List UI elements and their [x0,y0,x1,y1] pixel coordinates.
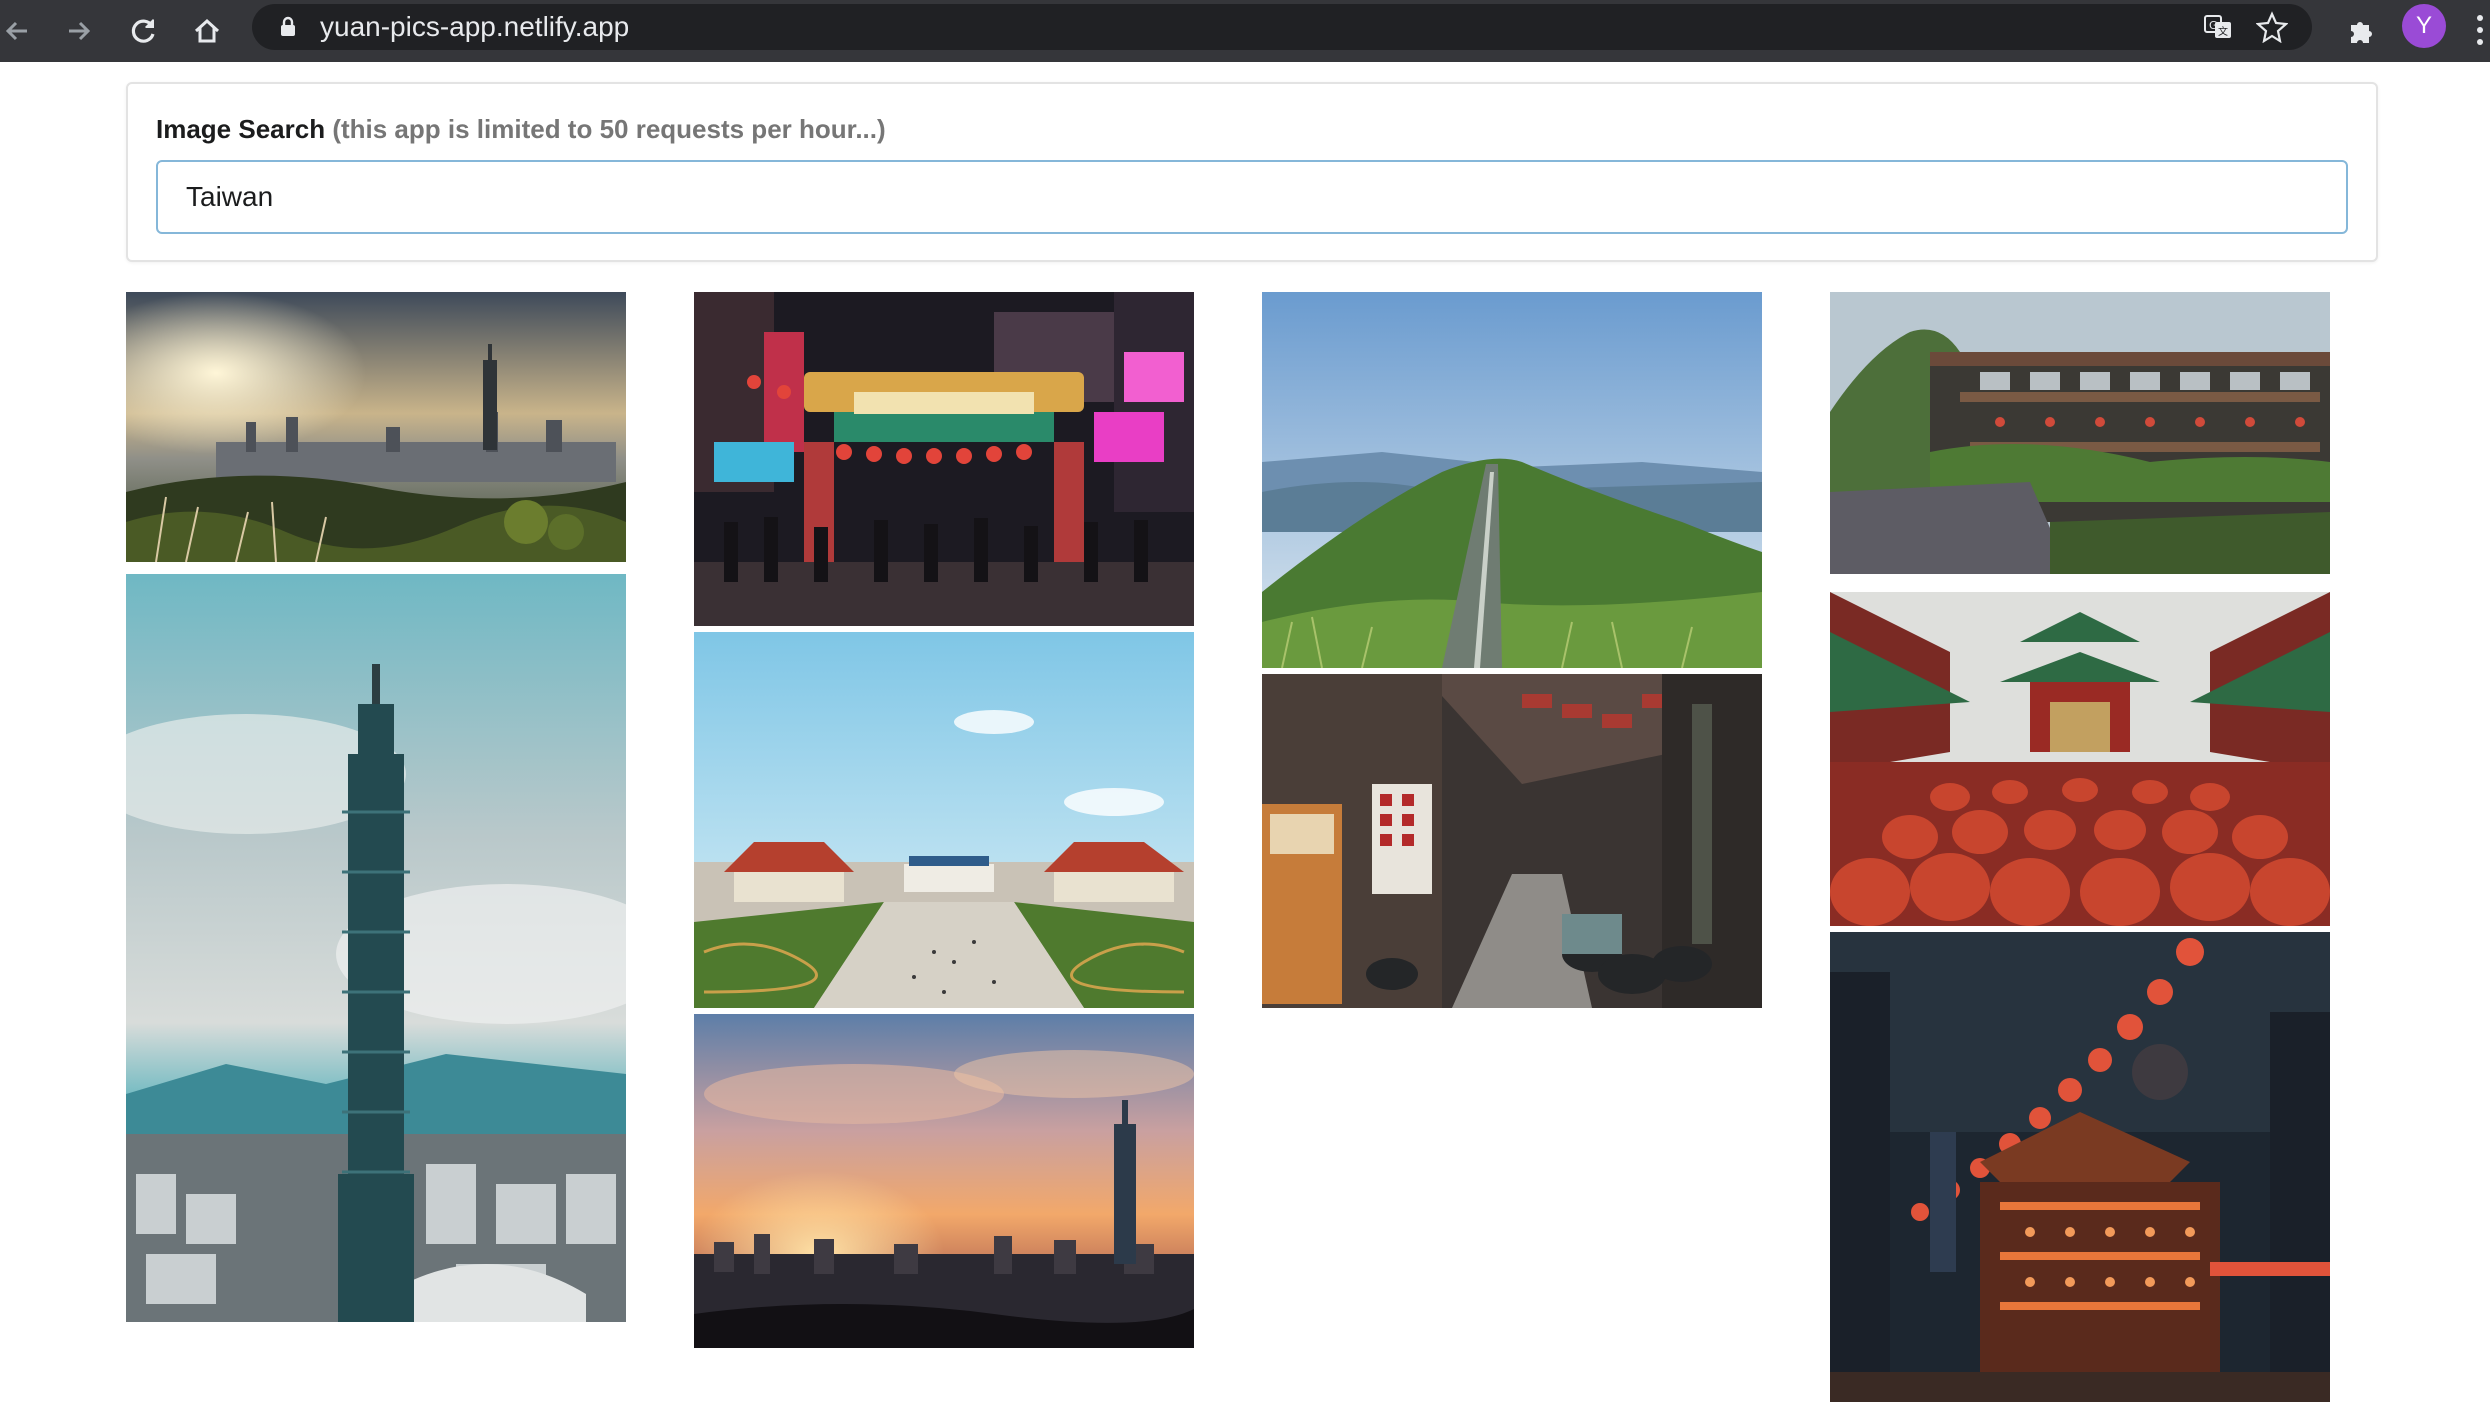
browser-menu-icon[interactable] [2470,8,2490,52]
search-input[interactable] [156,160,2348,234]
rate-limit-note: (this app is limited to 50 requests per … [332,114,886,144]
bookmark-star-icon[interactable] [2256,11,2288,43]
lock-icon[interactable] [276,15,300,39]
home-icon[interactable] [182,6,232,56]
image-temple-red-lanterns[interactable] [1830,592,2330,926]
image-mountain-ridge-road[interactable] [1262,292,1762,668]
image-memorial-hall-plaza[interactable] [694,632,1194,1008]
image-taipei-skyline-dusk[interactable] [126,292,626,562]
image-night-market-gate[interactable] [694,292,1194,626]
image-sunset-taipei-101[interactable] [694,1014,1194,1348]
image-jiufen-teahouses[interactable] [1830,292,2330,574]
search-label-title: Image Search [156,114,326,144]
extensions-puzzle-icon[interactable] [2336,6,2386,56]
image-street-shops-scooters[interactable] [1262,674,1762,1008]
svg-text:文: 文 [2218,25,2228,38]
reload-icon[interactable] [118,6,168,56]
url-text: yuan-pics-app.netlify.app [320,11,630,42]
search-label: Image Search (this app is limited to 50 … [156,114,886,145]
search-form: Image Search (this app is limited to 50 … [126,82,2378,262]
address-bar[interactable]: yuan-pics-app.netlify.app G文 [252,4,2312,50]
image-taipei-101-tower[interactable] [126,574,626,1322]
svg-text:G: G [2209,19,2218,32]
browser-toolbar: yuan-pics-app.netlify.app G文 Y [0,0,2490,62]
back-arrow-icon[interactable] [0,6,42,56]
image-temple-street-night[interactable] [1830,932,2330,1402]
profile-avatar[interactable]: Y [2402,4,2446,48]
translate-icon[interactable]: G文 [2202,11,2234,43]
forward-arrow-icon[interactable] [54,6,104,56]
